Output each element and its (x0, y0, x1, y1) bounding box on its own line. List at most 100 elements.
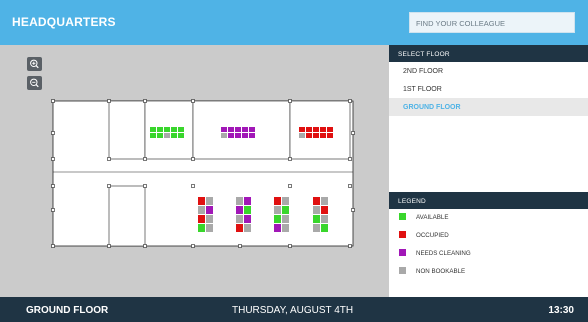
desk[interactable] (313, 206, 320, 214)
desk[interactable] (236, 206, 243, 214)
wall-marker (143, 157, 147, 161)
desk[interactable] (244, 197, 251, 205)
wall-marker (143, 184, 147, 188)
wall-marker (51, 184, 55, 188)
desk[interactable] (299, 133, 305, 138)
desk[interactable] (198, 224, 205, 232)
current-floor-label: GROUND FLOOR (26, 305, 109, 316)
desk[interactable] (235, 127, 241, 132)
desk[interactable] (274, 215, 281, 223)
legend-non-bookable: NON BOOKABLE (389, 263, 588, 281)
desk[interactable] (299, 127, 305, 132)
desk[interactable] (164, 127, 170, 132)
desk[interactable] (198, 206, 205, 214)
desk[interactable] (157, 127, 163, 132)
desk[interactable] (228, 133, 234, 138)
desk[interactable] (206, 215, 213, 223)
desk[interactable] (249, 127, 255, 132)
desk[interactable] (320, 133, 326, 138)
desk[interactable] (274, 224, 281, 232)
wall-marker (351, 208, 355, 212)
desk[interactable] (164, 133, 170, 138)
wall-marker (191, 244, 195, 248)
desk[interactable] (242, 133, 248, 138)
desk[interactable] (171, 127, 177, 132)
desk[interactable] (327, 127, 333, 132)
floor-item-label: GROUND FLOOR (403, 104, 461, 111)
desk[interactable] (274, 206, 281, 214)
desk[interactable] (244, 206, 251, 214)
floor-item-ground[interactable]: GROUND FLOOR (389, 98, 588, 116)
desk[interactable] (282, 206, 289, 214)
desk[interactable] (282, 215, 289, 223)
desk[interactable] (178, 133, 184, 138)
legend-needs-cleaning: NEEDS CLEANING (389, 245, 588, 263)
desk[interactable] (321, 224, 328, 232)
legend-label: NON BOOKABLE (416, 268, 466, 275)
desk[interactable] (221, 133, 227, 138)
desk[interactable] (244, 215, 251, 223)
desk[interactable] (313, 127, 319, 132)
current-date: THURSDAY, AUGUST 4TH (232, 305, 354, 316)
desk[interactable] (306, 133, 312, 138)
desk[interactable] (198, 215, 205, 223)
wall-marker (51, 208, 55, 212)
desk[interactable] (282, 197, 289, 205)
wall-marker (288, 99, 292, 103)
desk[interactable] (321, 197, 328, 205)
desk[interactable] (236, 215, 243, 223)
status-footer: GROUND FLOOR THURSDAY, AUGUST 4TH 13:30 (0, 297, 588, 322)
room-upper-b (192, 100, 291, 160)
wall-marker (288, 244, 292, 248)
wall-marker (191, 99, 195, 103)
wall-marker (191, 184, 195, 188)
legend: LEGEND AVAILABLE OCCUPIED NEEDS CLEANING… (389, 192, 588, 281)
desk[interactable] (235, 133, 241, 138)
desk[interactable] (178, 127, 184, 132)
desk[interactable] (244, 224, 251, 232)
desk[interactable] (313, 215, 320, 223)
desk[interactable] (282, 224, 289, 232)
wall-marker (51, 131, 55, 135)
desk[interactable] (321, 206, 328, 214)
legend-label: AVAILABLE (416, 214, 449, 221)
floor-item-label: 1ST FLOOR (403, 86, 442, 93)
wall-marker (107, 99, 111, 103)
colleague-search-box[interactable] (409, 12, 575, 33)
desk[interactable] (320, 127, 326, 132)
select-floor-heading: SELECT FLOOR (389, 45, 588, 62)
desk[interactable] (150, 127, 156, 132)
desk[interactable] (157, 133, 163, 138)
floor-item-1st[interactable]: 1ST FLOOR (389, 80, 588, 98)
desk[interactable] (313, 197, 320, 205)
desk[interactable] (274, 197, 281, 205)
desk[interactable] (206, 224, 213, 232)
legend-label: NEEDS CLEANING (416, 250, 471, 257)
desk[interactable] (221, 127, 227, 132)
desk[interactable] (150, 133, 156, 138)
desk[interactable] (236, 197, 243, 205)
non-bookable-swatch (399, 267, 406, 274)
wall-marker (107, 184, 111, 188)
desk[interactable] (206, 197, 213, 205)
desk[interactable] (306, 127, 312, 132)
floor-item-label: 2ND FLOOR (403, 68, 444, 75)
desk[interactable] (206, 206, 213, 214)
desk[interactable] (313, 224, 320, 232)
wall-marker (143, 99, 147, 103)
wall-marker (238, 244, 242, 248)
desk[interactable] (327, 133, 333, 138)
wall-marker (348, 99, 352, 103)
colleague-search-input[interactable] (410, 14, 574, 33)
desk[interactable] (236, 224, 243, 232)
desk[interactable] (242, 127, 248, 132)
desk[interactable] (321, 215, 328, 223)
desk[interactable] (228, 127, 234, 132)
desk[interactable] (313, 133, 319, 138)
desk[interactable] (249, 133, 255, 138)
floor-item-2nd[interactable]: 2ND FLOOR (389, 62, 588, 80)
desk[interactable] (171, 133, 177, 138)
wall-marker (191, 157, 195, 161)
floor-map[interactable] (0, 45, 389, 297)
desk[interactable] (198, 197, 205, 205)
